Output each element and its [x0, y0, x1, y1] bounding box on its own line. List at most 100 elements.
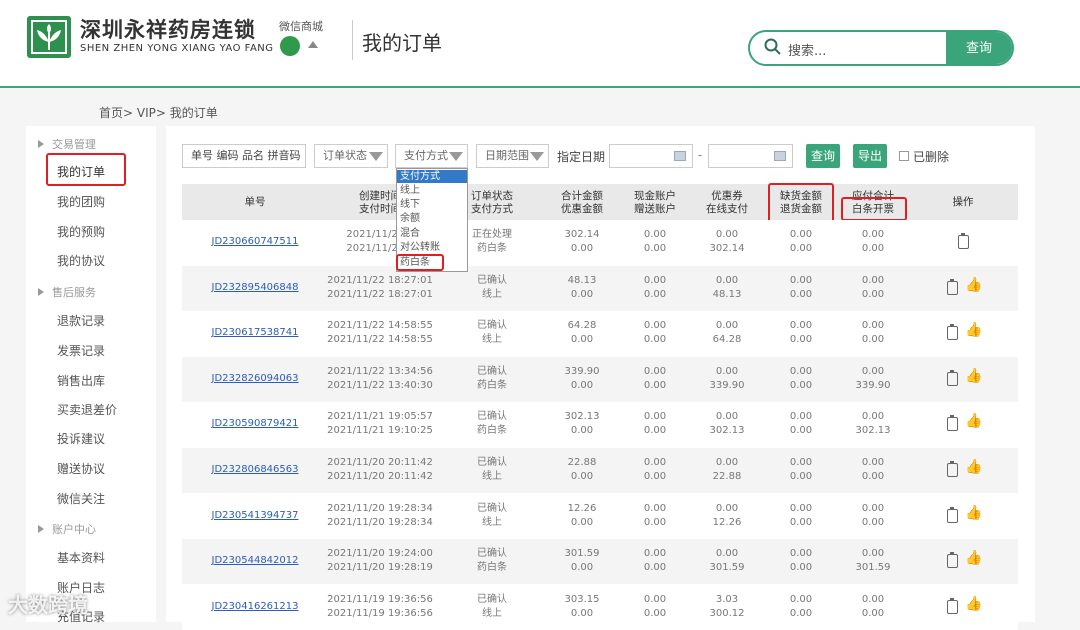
order-number-link[interactable]: JD232826094063: [212, 373, 299, 384]
order-number-link[interactable]: JD232895406848: [212, 282, 299, 293]
sidebar-item-complaint[interactable]: 投诉建议: [57, 430, 105, 447]
cell-line: 0.00: [643, 562, 667, 574]
cell-line: 2021/11/20 20:11:42: [327, 457, 433, 468]
amount-cell: 0.00 339.90: [710, 365, 745, 393]
end-date-input[interactable]: [708, 144, 793, 168]
cell-line: 药白条: [477, 562, 507, 574]
cell-line: 0.00: [789, 288, 813, 300]
clipboard-icon[interactable]: [947, 597, 958, 614]
cell-line: 0.00: [643, 334, 667, 346]
clipboard-icon[interactable]: [947, 369, 958, 386]
cell-line: 302.13: [564, 411, 600, 423]
search-button[interactable]: 查询: [946, 32, 1012, 64]
dropdown-option[interactable]: 支付方式: [397, 170, 467, 183]
sidebar-group-account[interactable]: 账户中心: [38, 521, 96, 537]
cell-line: 0.00: [643, 425, 667, 437]
sidebar-item-invoice[interactable]: 发票记录: [57, 342, 105, 359]
cell-line: 0.00: [861, 516, 885, 528]
sidebar-item-group[interactable]: 我的团购: [57, 193, 105, 210]
pay-method-select[interactable]: 支付方式: [395, 144, 468, 168]
order-number-link[interactable]: JD230617538741: [212, 327, 299, 338]
export-button[interactable]: 导出: [853, 144, 887, 168]
clipboard-icon[interactable]: [958, 233, 969, 249]
amount-cell: 0.00 301.59: [856, 547, 891, 575]
table-row: [182, 220, 1018, 265]
amount-cell: 301.59 0.00: [565, 547, 600, 575]
deleted-checkbox[interactable]: [899, 151, 909, 161]
amount-cell: 0.00 0.00: [862, 228, 884, 256]
cell-line: 0.00: [789, 425, 813, 437]
order-number-link[interactable]: JD232806846563: [212, 464, 299, 475]
cell-line: 0.00: [715, 274, 739, 286]
sidebar-item-presale[interactable]: 我的预购: [57, 223, 105, 240]
order-number-link[interactable]: JD230416261213: [212, 601, 299, 612]
cell-line: 0.00: [861, 457, 885, 468]
cell-line: 0.00: [789, 607, 813, 619]
sidebar-group-aftersale[interactable]: 售后服务: [38, 284, 96, 300]
brand-logo[interactable]: [27, 16, 71, 58]
cell-line: 0.00: [643, 229, 667, 240]
thumbs-up-icon[interactable]: 👍: [965, 505, 982, 521]
clipboard-icon[interactable]: [947, 278, 958, 295]
amount-cell: 22.88 0.00: [568, 456, 597, 484]
order-number-link[interactable]: JD230541394737: [212, 510, 299, 521]
sidebar-item-agreement[interactable]: 我的协议: [57, 252, 105, 269]
order-number-link[interactable]: JD230590879421: [212, 418, 299, 429]
dropdown-option[interactable]: 线上: [400, 184, 420, 197]
caret-up-icon[interactable]: [308, 41, 318, 48]
order-status-cell: 已确认 药白条: [477, 365, 507, 393]
calendar-icon[interactable]: [774, 151, 786, 161]
cell-line: 0.00: [570, 334, 594, 346]
date-range-select[interactable]: 日期范围: [476, 144, 549, 168]
cell-line: 线上: [482, 607, 502, 619]
dropdown-option[interactable]: 线下: [400, 198, 420, 211]
search-input[interactable]: 搜索...: [788, 40, 826, 59]
sidebar-item-buyreturn[interactable]: 买卖退差价: [57, 401, 117, 418]
dropdown-option[interactable]: 混合: [400, 227, 420, 240]
highlight-box: [46, 153, 126, 186]
sidebar-item-refund[interactable]: 退款记录: [57, 312, 105, 329]
cell-line: 0.00: [643, 593, 667, 605]
order-number-link[interactable]: JD230544842012: [212, 555, 299, 566]
thumbs-up-icon[interactable]: 👍: [965, 459, 982, 475]
thumbs-up-icon[interactable]: 👍: [965, 413, 982, 429]
dropdown-option[interactable]: 对公转账: [400, 241, 440, 254]
order-search-input[interactable]: 单号 编码 品名 拼音码: [182, 144, 306, 168]
order-number-link[interactable]: JD230660747511: [212, 236, 299, 247]
thumbs-up-icon[interactable]: 👍: [965, 322, 982, 338]
cell-line: 已确认: [477, 593, 507, 605]
thumbs-up-icon[interactable]: 👍: [965, 277, 982, 293]
order-time-cell: 2021/11/20 20:11:42 2021/11/20 20:11:42: [327, 456, 433, 484]
deleted-label: 已删除: [913, 150, 950, 164]
clipboard-icon[interactable]: [947, 552, 958, 569]
sidebar-item-profile[interactable]: 基本资料: [57, 549, 105, 566]
thumbs-up-icon[interactable]: 👍: [965, 368, 982, 384]
sidebar-item-outbound[interactable]: 销售出库: [57, 372, 105, 389]
select-value: 订单状态: [323, 149, 367, 162]
thumbs-up-icon[interactable]: 👍: [965, 596, 982, 612]
clipboard-icon[interactable]: [947, 415, 958, 432]
cell-line: 301.59: [855, 562, 891, 574]
clipboard-icon[interactable]: [947, 324, 958, 341]
sidebar-item-gift[interactable]: 赠送协议: [57, 460, 105, 477]
calendar-icon[interactable]: [674, 151, 686, 161]
order-status-select[interactable]: 订单状态: [314, 144, 388, 168]
order-status-cell: 已确认 线上: [477, 502, 507, 530]
watermark: 大数跨境: [8, 593, 88, 617]
table-row: [182, 402, 1018, 448]
cell-line: 0.00: [643, 320, 667, 332]
cell-line: 已确认: [477, 457, 507, 468]
clipboard-icon[interactable]: [947, 506, 958, 523]
query-button[interactable]: 查询: [806, 144, 840, 168]
thumbs-up-icon[interactable]: 👍: [965, 550, 982, 566]
sidebar-item-wechat[interactable]: 微信关注: [57, 490, 105, 507]
cell-line: 12.26: [712, 516, 742, 528]
dropdown-option[interactable]: 余额: [400, 212, 420, 225]
order-status-cell: 正在处理 药白条: [472, 228, 512, 256]
clipboard-icon[interactable]: [947, 461, 958, 477]
start-date-input[interactable]: [609, 144, 693, 168]
sidebar-group-trade[interactable]: 交易管理: [38, 136, 96, 152]
wechat-mall-icon[interactable]: [280, 36, 300, 56]
amount-cell: 302.14 0.00: [565, 228, 600, 256]
order-status-cell: 已确认 线上: [477, 456, 507, 484]
